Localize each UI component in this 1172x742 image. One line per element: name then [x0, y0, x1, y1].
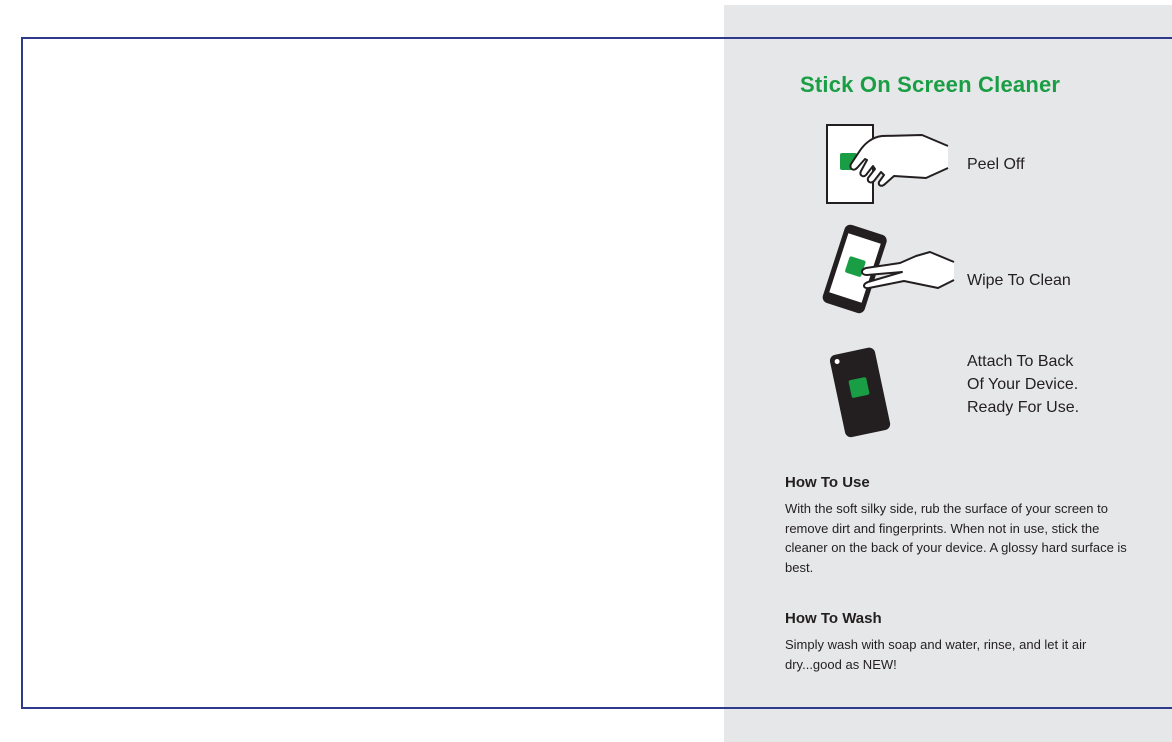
step-wipe-label: Wipe To Clean	[967, 272, 1071, 289]
step-attach-line-3: Ready For Use.	[967, 399, 1080, 416]
step-attach-line-1: Attach To Back	[967, 353, 1074, 370]
step-attach-line-2: Of Your Device.	[967, 376, 1079, 393]
wipe-phone-icon	[822, 224, 955, 314]
step-peel-off-label: Peel Off	[967, 156, 1025, 173]
how-to-use-body: With the soft silky side, rub the surfac…	[785, 501, 1127, 575]
phone-back-icon	[829, 347, 891, 438]
how-to-wash-body: Simply wash with soap and water, rinse, …	[785, 637, 1087, 672]
how-to-use-heading: How To Use	[785, 474, 870, 491]
panel-title: Stick On Screen Cleaner	[800, 72, 1061, 97]
how-to-wash-heading: How To Wash	[785, 610, 882, 627]
page: Stick On Screen Cleaner Peel Off Wipe To…	[0, 0, 1172, 742]
peel-off-icon	[826, 124, 949, 204]
